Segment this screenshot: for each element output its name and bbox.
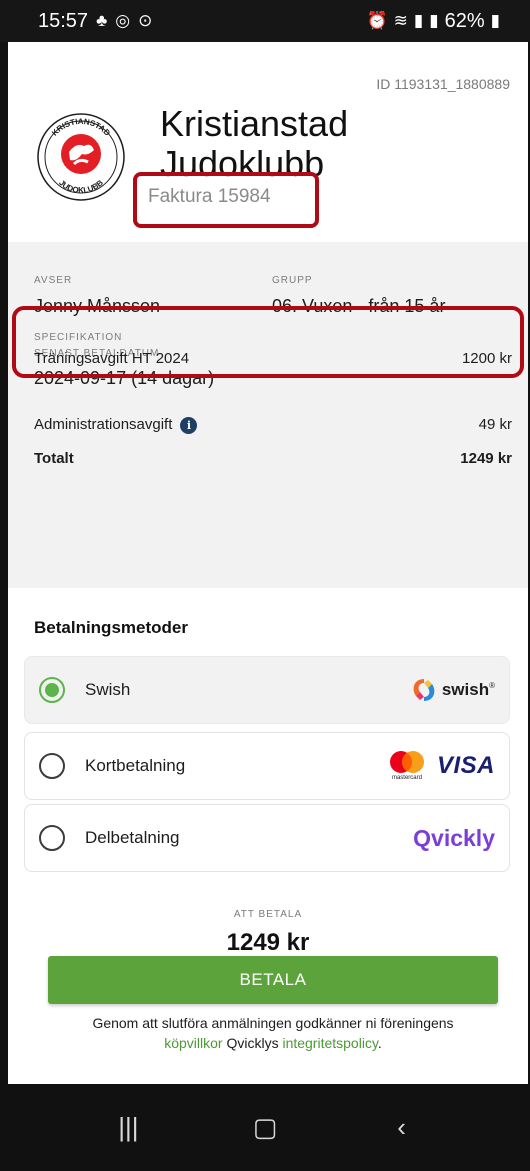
- registered-mark: ®: [489, 681, 495, 690]
- navigation-bar: ||| ▢ ‹: [0, 1084, 530, 1171]
- swish-logo: swish ®: [410, 677, 495, 703]
- payment-option-label: Delbetalning: [85, 828, 180, 847]
- group-icon: ♣: [96, 11, 108, 30]
- total-row: Totalt 1249 kr: [34, 450, 512, 467]
- specification-label: SPECIFIKATION: [34, 332, 123, 343]
- spec-row: Träningsavgift HT 2024 1200 kr: [34, 350, 512, 367]
- mastercard-icon: [389, 751, 424, 773]
- total-label: Totalt: [34, 450, 74, 467]
- wifi-icon: ≋: [393, 11, 408, 30]
- terms-suffix: .: [377, 1035, 382, 1051]
- amount-due-value: 1249 kr: [226, 929, 310, 956]
- invoice-id: ID 1193131_1880889: [376, 76, 510, 92]
- payment-option-swish[interactable]: Swish swish ®: [24, 656, 510, 724]
- terms-prefix: Genom att slutföra anmälningen godkänner…: [92, 1015, 454, 1031]
- visa-logo: VISA: [436, 752, 495, 779]
- swish-logo-text: swish: [441, 680, 490, 699]
- radio-button[interactable]: [39, 825, 65, 851]
- recent-apps-icon[interactable]: |||: [98, 1112, 158, 1143]
- alarm-icon: ⏰: [366, 11, 388, 30]
- info-icon[interactable]: i: [180, 416, 198, 434]
- status-bar-right: ⏰ ≋ ▮ ▮ 62% ▮: [366, 10, 500, 33]
- qvickly-logo: Qvickly: [413, 825, 495, 852]
- payment-option-installment[interactable]: Delbetalning Qvickly: [24, 804, 510, 872]
- grupp-label: GRUPP: [272, 275, 313, 286]
- radio-button-selected[interactable]: [39, 677, 65, 703]
- invoice-page: ID 1193131_1880889 KRISTIANSTAD JUDOKLUB…: [8, 42, 528, 1084]
- spec-row-amount: 49 kr: [478, 416, 512, 434]
- payment-methods-title: Betalningsmetoder: [34, 618, 188, 637]
- payment-option-label: Swish: [85, 680, 131, 699]
- battery-icon: ▮: [490, 11, 500, 30]
- home-icon[interactable]: ▢: [235, 1112, 295, 1143]
- club-logo: KRISTIANSTAD JUDOKLUBB: [37, 113, 125, 201]
- spec-row-name: Administrationsavgift: [34, 416, 173, 433]
- pay-button[interactable]: BETALA: [48, 956, 498, 1004]
- radio-button[interactable]: [39, 753, 65, 779]
- spec-row: Administrationsavgift i 49 kr: [34, 416, 512, 434]
- status-bar: 15:57 ♣ ◎ ⊙ ⏰ ≋ ▮ ▮ 62% ▮: [0, 0, 530, 42]
- invoice-number: Faktura 15984: [148, 186, 271, 207]
- terms-link[interactable]: köpvillkor: [164, 1035, 222, 1051]
- qvickly-logo-text: Qvickly: [413, 824, 495, 851]
- back-icon[interactable]: ‹: [372, 1112, 432, 1143]
- terms-text: Genom att slutföra anmälningen godkänner…: [38, 1013, 508, 1053]
- payment-option-card[interactable]: Kortbetalning mastercard VISA: [24, 732, 510, 800]
- signal-icon: ▮: [429, 11, 439, 30]
- amount-due-label: ATT BETALA: [233, 909, 303, 920]
- mastercard-text: mastercard: [391, 775, 422, 781]
- status-bar-left: 15:57 ♣ ◎ ⊙: [38, 10, 152, 33]
- spec-row-name: Träningsavgift HT 2024: [34, 350, 190, 367]
- clock: 15:57: [38, 9, 89, 32]
- battery-level: 62%: [444, 9, 485, 32]
- total-amount: 1249 kr: [460, 450, 512, 467]
- terms-middle: Qvicklys: [222, 1035, 283, 1051]
- invoice-details: AVSER Jenny Månsson GRUPP 06. Vuxen - fr…: [8, 242, 528, 588]
- mastercard-logo: mastercard: [387, 749, 427, 783]
- avser-label: AVSER: [34, 275, 73, 286]
- spec-row-amount: 1200 kr: [461, 350, 512, 367]
- spec-row-name-wrap: Administrationsavgift i: [34, 416, 198, 434]
- swish-icon: [413, 679, 435, 701]
- card-logos: mastercard VISA: [387, 749, 495, 783]
- nfc-icon: ◎: [115, 11, 131, 30]
- payment-option-label: Kortbetalning: [85, 756, 186, 775]
- privacy-policy-link[interactable]: integritetspolicy: [282, 1035, 377, 1051]
- location-icon: ⊙: [138, 11, 153, 30]
- signal-icon: ▮: [413, 11, 424, 30]
